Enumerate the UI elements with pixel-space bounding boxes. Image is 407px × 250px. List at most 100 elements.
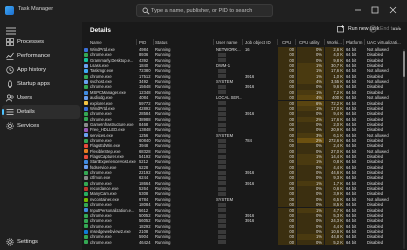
maximize-icon — [371, 6, 379, 14]
redacted-user — [218, 192, 226, 197]
column-divider[interactable] — [213, 39, 214, 45]
search-icon — [142, 7, 150, 15]
process-icon — [84, 186, 88, 191]
redacted-user — [218, 240, 226, 245]
process-icon — [84, 149, 88, 154]
hamburger-menu-icon[interactable] — [6, 27, 16, 35]
process-platform: 64 bit — [346, 239, 357, 245]
process-icon — [84, 138, 88, 143]
end-task-button[interactable]: End task — [369, 24, 400, 35]
redacted-user — [218, 229, 226, 234]
column-header-working-set[interactable]: Worki... — [327, 40, 342, 45]
redacted-user — [218, 143, 226, 148]
sidebar-item-label: Services — [17, 123, 40, 129]
redacted-user — [218, 138, 226, 143]
process-icon — [84, 74, 88, 79]
column-divider[interactable] — [324, 39, 325, 45]
column-divider[interactable] — [136, 39, 137, 45]
process-icon — [84, 224, 88, 229]
details-icon — [6, 109, 14, 115]
process-icon — [84, 208, 88, 213]
redacted-user — [218, 111, 226, 116]
process-icon — [84, 176, 88, 181]
column-header-job-object-id[interactable]: Job object ID — [245, 40, 271, 45]
redacted-user — [218, 202, 226, 207]
process-icon — [84, 101, 88, 106]
redacted-user — [218, 208, 226, 213]
sidebar-item-services[interactable]: Services — [2, 119, 80, 133]
task-manager-icon — [5, 6, 14, 15]
redacted-user — [218, 170, 226, 175]
redacted-user — [218, 122, 226, 127]
column-header-cpu-utility[interactable]: CPU utility — [299, 40, 320, 45]
maximize-button[interactable] — [368, 4, 382, 16]
column-divider[interactable] — [242, 39, 243, 45]
process-icon — [84, 192, 88, 197]
process-icon — [84, 144, 88, 149]
sidebar-item-details[interactable]: Details — [2, 105, 80, 119]
process-icon — [84, 47, 88, 52]
gear-icon — [6, 238, 14, 246]
end-task-icon — [369, 25, 377, 33]
sidebar-item-label: Startup apps — [17, 81, 50, 87]
process-icon — [84, 122, 88, 127]
sidebar-item-label: Users — [17, 95, 33, 101]
vertical-scrollbar[interactable] — [403, 49, 405, 249]
grid-icon — [6, 38, 14, 46]
process-icon — [84, 229, 88, 234]
process-icon — [84, 69, 88, 74]
column-divider[interactable] — [277, 39, 278, 45]
process-icon — [84, 235, 88, 240]
redacted-user — [218, 85, 226, 90]
column-divider[interactable] — [295, 39, 296, 45]
column-divider[interactable] — [153, 39, 154, 45]
process-icon — [84, 53, 88, 58]
chart-icon — [6, 52, 14, 60]
startup-icon — [7, 80, 13, 88]
column-header-platform[interactable]: Platform — [346, 40, 362, 45]
column-header-status[interactable]: Status — [155, 40, 167, 45]
process-cpu: 00 — [289, 239, 294, 245]
sidebar-item-label: Processes — [17, 39, 45, 45]
redacted-user — [218, 106, 226, 111]
redacted-user — [218, 58, 226, 63]
process-table: Name PID Status User name Job object ID … — [82, 37, 407, 250]
details-panel: Details Run new task End task Name PID S… — [82, 22, 407, 250]
redacted-user — [218, 90, 226, 95]
redacted-user — [218, 69, 226, 74]
process-icon — [84, 106, 88, 111]
scrollbar-thumb[interactable] — [403, 51, 405, 77]
sidebar-item-processes[interactable]: Processes — [2, 35, 80, 49]
redacted-user — [218, 176, 226, 181]
column-header-uac-virtualization[interactable]: UAC virtualizati... — [367, 40, 401, 45]
sidebar-item-performance[interactable]: Performance — [2, 49, 80, 63]
process-icon — [84, 117, 88, 122]
sidebar-item-startup-apps[interactable]: Startup apps — [2, 77, 80, 91]
more-options-icon[interactable] — [392, 24, 402, 34]
sidebar-item-users[interactable]: Users — [2, 91, 80, 105]
column-header-user-name[interactable]: User name — [216, 40, 237, 45]
close-button[interactable] — [386, 4, 400, 16]
redacted-user — [218, 117, 226, 122]
minimize-button[interactable] — [351, 4, 365, 16]
search-box[interactable] — [136, 4, 273, 17]
process-icon — [84, 85, 88, 90]
process-icon — [84, 63, 88, 68]
redacted-user — [218, 224, 226, 229]
column-header-cpu[interactable]: CPU — [282, 40, 291, 45]
app-title: Task Manager — [18, 6, 54, 12]
column-header-name[interactable]: Name — [90, 40, 102, 45]
column-divider[interactable] — [364, 39, 365, 45]
column-divider[interactable] — [343, 39, 344, 45]
process-icon — [84, 197, 88, 202]
column-header-pid[interactable]: PID — [139, 40, 146, 45]
table-row[interactable]: chrome.exe 46424 Running 00 0% 5,2 K 64 bit Dis… — [82, 239, 402, 245]
settings-label: Settings — [17, 239, 38, 245]
sidebar-item-settings[interactable]: Settings — [2, 235, 80, 249]
title-bar: Task Manager — [0, 0, 407, 22]
sidebar-item-app-history[interactable]: App history — [2, 63, 80, 77]
process-icon — [84, 160, 88, 165]
redacted-user — [218, 149, 226, 154]
process-icon — [84, 170, 88, 175]
search-input[interactable] — [151, 5, 271, 16]
